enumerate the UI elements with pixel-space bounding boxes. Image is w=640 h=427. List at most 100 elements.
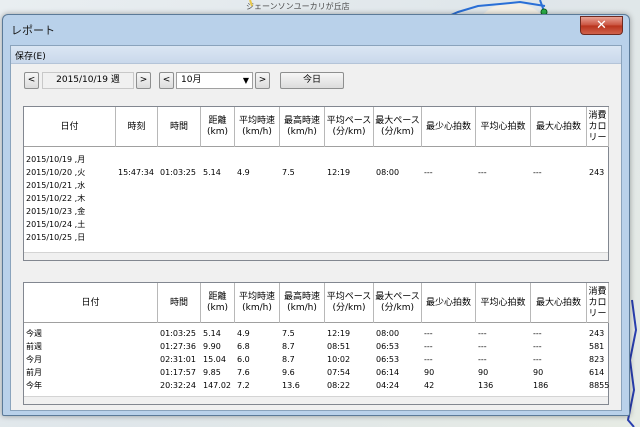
table-cell [374,192,422,205]
table-row[interactable]: 今年 20:32:24 147.02 7.2 13.6 08:22 04:24 42 136 18… [24,379,609,392]
prev-week-button[interactable]: < [24,72,39,89]
table-cell [280,218,325,231]
table-cell [531,231,587,244]
column-header[interactable]: 距離 (km) [201,107,235,147]
column-header[interactable]: 消費 カロリー [587,107,609,147]
column-header[interactable]: 時間 [158,107,201,147]
next-week-button[interactable]: > [136,72,151,89]
table-cell: 4.9 [237,329,250,338]
table-cell: 15:47:34 [118,168,154,177]
column-header[interactable]: 平均時速 (km/h) [235,107,280,147]
table-cell: 06:53 [376,355,400,364]
table-cell: 06:14 [376,368,400,377]
column-header[interactable]: 時刻 [116,107,158,147]
column-header[interactable]: 最大ペース (分/km) [374,107,422,147]
table-row[interactable]: 2015/10/20 ,火 15:47:34 01:03:25 5.14 4.9 7.5 1… [24,166,608,179]
table-cell [422,231,476,244]
daily-table-header: 日付 時刻 時間 距離 (km) 平均時速 (km/h) 最高時速 (km/h) 平均ペース… [24,107,609,147]
table-row[interactable]: 2015/10/19 ,月 [24,153,608,166]
table-row[interactable]: 前月 01:17:57 9.85 7.6 9.6 07:54 06:14 90 90 90 614 [24,366,608,379]
table-cell [587,205,609,218]
table-cell [422,218,476,231]
column-header[interactable]: 消費 カロリー [587,283,609,323]
table-cell: 8855 [589,381,609,390]
table-cell [325,192,374,205]
table-cell: --- [424,355,433,364]
table-cell [158,231,201,244]
table-cell [201,192,235,205]
column-header[interactable]: 平均ペース (分/km) [325,107,374,147]
table-row[interactable]: 今月 02:31:01 15.04 6.0 8.7 10:02 06:53 --- --- ---… [24,353,608,366]
table-cell [235,231,280,244]
column-header[interactable]: 最大ペース (分/km) [374,283,422,323]
close-button[interactable]: ✕ [580,16,623,35]
column-header[interactable]: 日付 [24,283,158,323]
table-row[interactable]: 今週 01:03:25 5.14 4.9 7.5 12:19 08:00 --- --- --- 2… [24,327,608,340]
table-cell [158,153,201,166]
table-cell [325,205,374,218]
table-row[interactable]: 2015/10/24 ,土 [24,218,608,231]
table-cell: 6.0 [237,355,250,364]
table-cell: 前月 [26,368,42,377]
table-cell [587,231,609,244]
table-cell: 07:54 [327,368,351,377]
prev-month-button[interactable]: < [159,72,174,89]
table-cell [201,153,235,166]
table-cell: 2015/10/21 ,水 [26,181,86,190]
table-row[interactable]: 2015/10/21 ,水 [24,179,608,192]
table-cell [476,231,531,244]
table-cell: 20:32:24 [160,381,196,390]
table-cell [476,205,531,218]
table-cell: 7.6 [237,368,250,377]
table-cell [280,192,325,205]
column-header[interactable]: 時間 [158,283,201,323]
table-cell: 01:03:25 [160,168,196,177]
menu-save[interactable]: 保存(E) [15,49,46,62]
table-row[interactable]: 2015/10/23 ,金 [24,205,608,218]
table-cell: 5.14 [203,168,221,177]
table-cell [587,218,609,231]
month-select[interactable]: 10月 ▼ [176,72,253,89]
table-row[interactable]: 2015/10/22 ,木 [24,192,608,205]
table-cell [374,153,422,166]
daily-table-scrollbar[interactable] [24,252,608,260]
column-header[interactable]: 最高時速 (km/h) [280,283,325,323]
column-header[interactable]: 最大心拍数 [531,107,587,147]
today-button[interactable]: 今日 [280,72,344,89]
column-header[interactable]: 最少心拍数 [422,283,476,323]
column-header[interactable]: 最高時速 (km/h) [280,107,325,147]
table-cell [531,179,587,192]
table-cell: 12:19 [327,329,351,338]
table-cell [201,231,235,244]
table-cell [158,205,201,218]
table-cell: 9.6 [282,368,295,377]
table-cell: 614 [589,368,605,377]
table-row[interactable]: 2015/10/25 ,日 [24,231,608,244]
table-cell [158,192,201,205]
table-cell: 90 [478,368,489,377]
table-cell: 90 [533,368,544,377]
table-cell: 12:19 [327,168,351,177]
summary-report-table[interactable]: 日付 時間 距離 (km) 平均時速 (km/h) 最高時速 (km/h) 平均ペース (… [23,282,609,405]
column-header[interactable]: 平均ペース (分/km) [325,283,374,323]
table-cell [280,179,325,192]
table-cell [476,192,531,205]
table-cell: 2015/10/25 ,日 [26,233,86,242]
table-cell: 01:17:57 [160,368,196,377]
column-header[interactable]: 距離 (km) [201,283,235,323]
summary-table-scrollbar[interactable] [24,396,608,404]
daily-report-table[interactable]: 日付 時刻 時間 距離 (km) 平均時速 (km/h) 最高時速 (km/h) 平均ペース… [23,106,609,261]
column-header[interactable]: 最大心拍数 [531,283,587,323]
column-header[interactable]: 最少心拍数 [422,107,476,147]
column-header[interactable]: 日付 [24,107,116,147]
table-cell: 823 [589,355,605,364]
table-cell [587,179,609,192]
column-header[interactable]: 平均心拍数 [476,107,531,147]
next-month-button[interactable]: > [255,72,270,89]
table-row[interactable]: 前週 01:27:36 9.90 6.8 8.7 08:51 06:53 --- --- --- 5… [24,340,608,353]
column-header[interactable]: 平均心拍数 [476,283,531,323]
table-cell: 06:53 [376,342,400,351]
table-cell: 今週 [26,329,42,338]
table-cell [158,179,201,192]
column-header[interactable]: 平均時速 (km/h) [235,283,280,323]
